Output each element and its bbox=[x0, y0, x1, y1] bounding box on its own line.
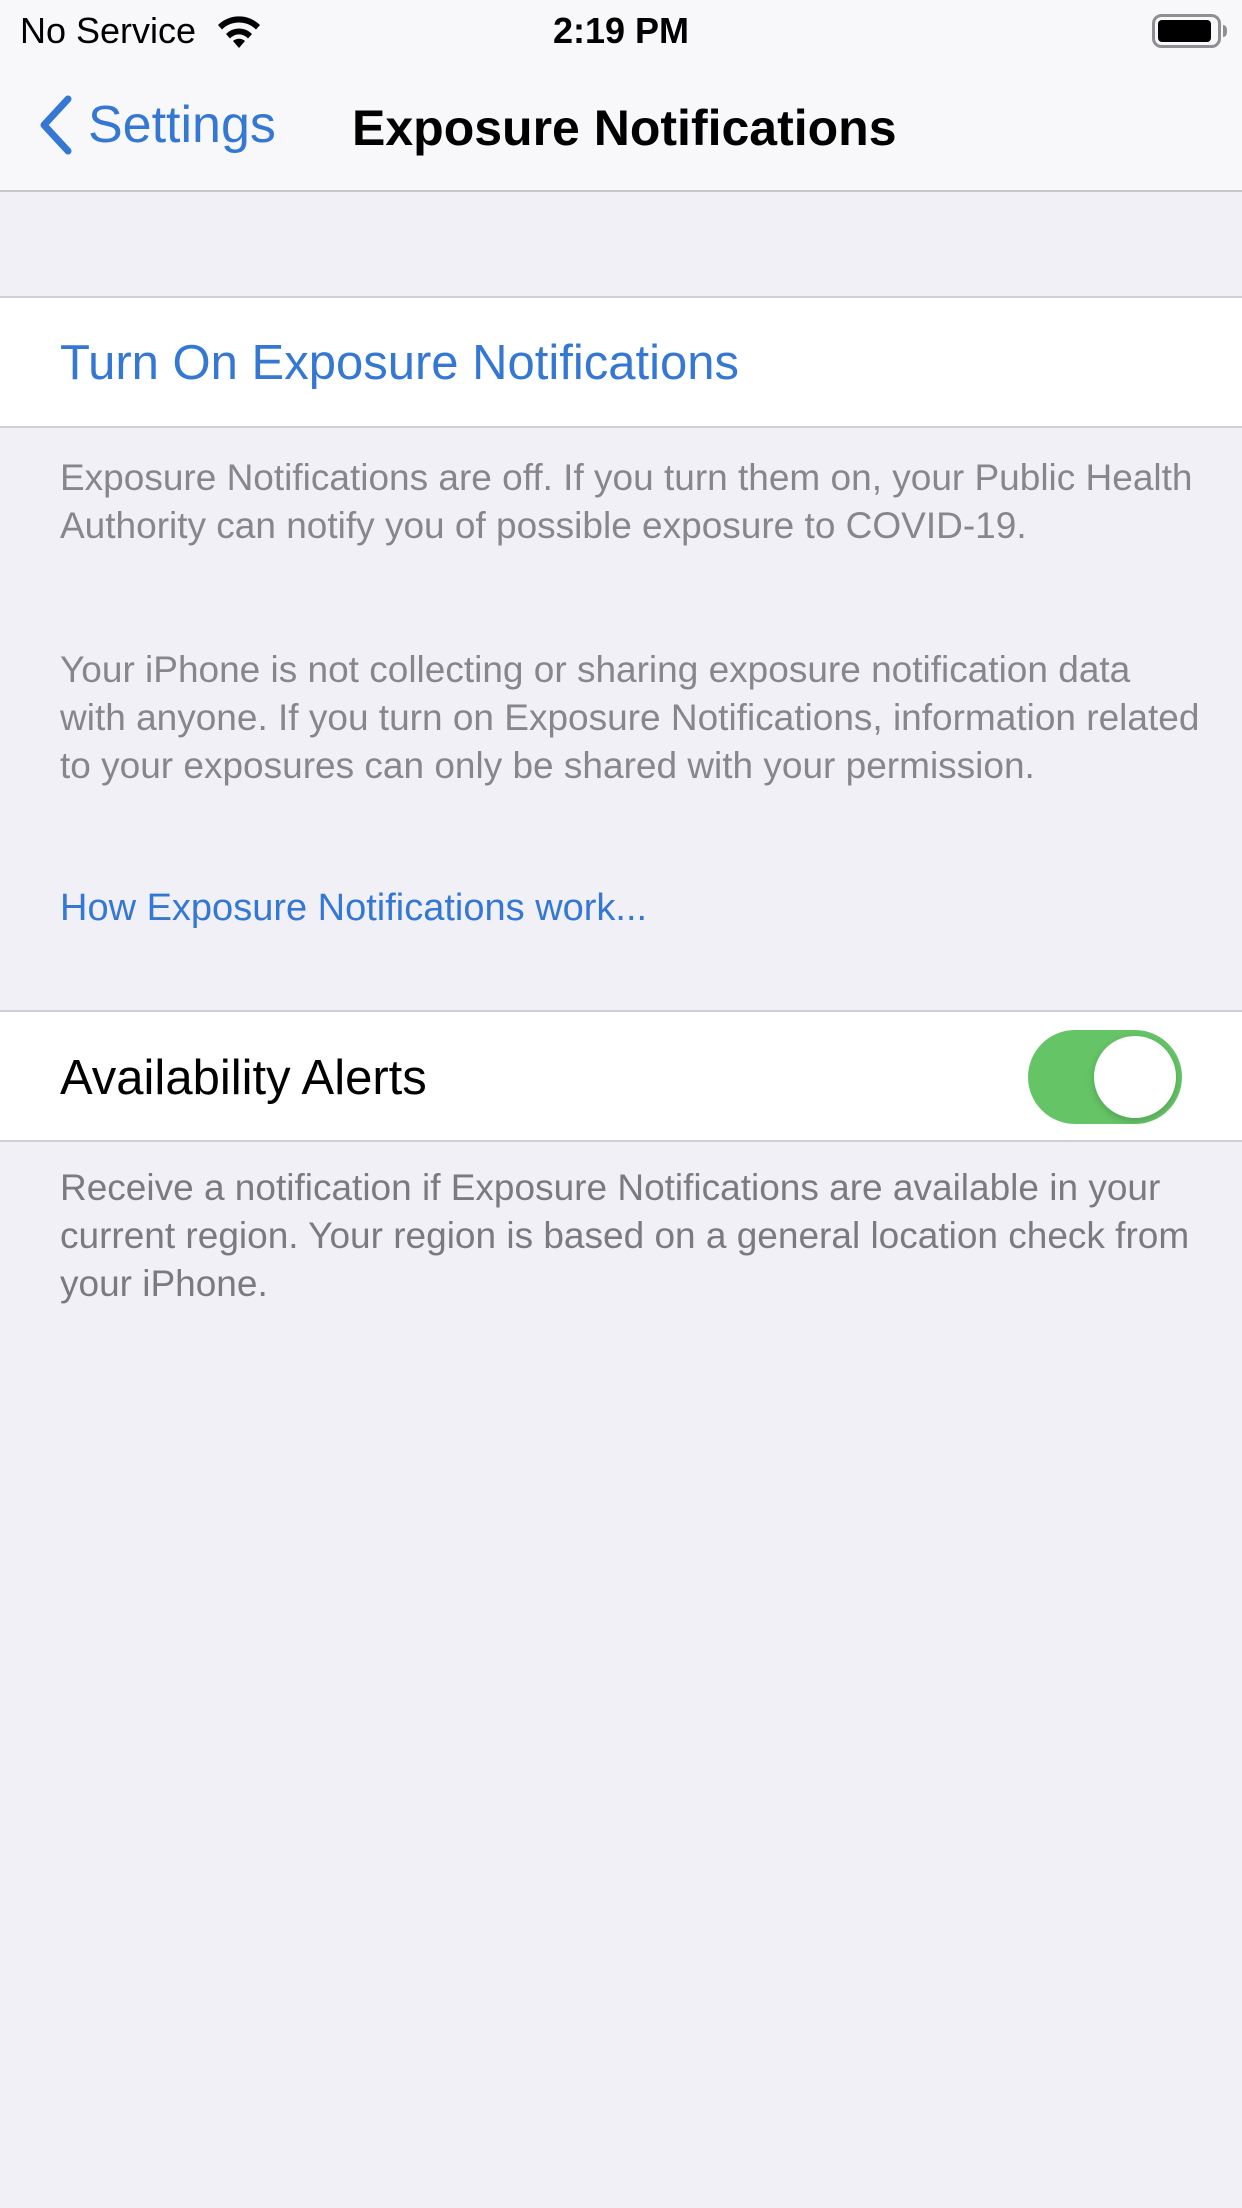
back-button[interactable]: Settings bbox=[36, 92, 276, 158]
page-title: Exposure Notifications bbox=[352, 100, 897, 156]
availability-alerts-row: Availability Alerts bbox=[0, 1010, 1242, 1142]
status-time: 2:19 PM bbox=[552, 10, 690, 51]
navigation-bar: Settings Exposure Notifications bbox=[0, 60, 1242, 192]
turn-on-exposure-notifications-button[interactable]: Turn On Exposure Notifications bbox=[0, 296, 1242, 428]
chevron-left-icon bbox=[40, 95, 72, 155]
toggle-knob bbox=[1094, 1036, 1176, 1118]
battery-icon bbox=[1152, 14, 1227, 48]
how-exposure-notifications-work-link[interactable]: How Exposure Notifications work... bbox=[60, 884, 647, 932]
exposure-off-description: Exposure Notifications are off. If you t… bbox=[60, 457, 1193, 546]
data-sharing-description: Your iPhone is not collecting or sharing… bbox=[60, 649, 1200, 786]
exposure-notifications-screen: No Service 2:19 PM Settings Exposure Not… bbox=[0, 0, 1242, 2208]
availability-alerts-description: Receive a notification if Exposure Notif… bbox=[60, 1167, 1190, 1304]
back-button-label: Settings bbox=[88, 96, 276, 154]
turn-on-label: Turn On Exposure Notifications bbox=[60, 336, 740, 390]
status-bar: No Service 2:19 PM bbox=[0, 0, 1242, 60]
availability-alerts-toggle[interactable] bbox=[1028, 1030, 1182, 1124]
availability-alerts-label: Availability Alerts bbox=[60, 1051, 427, 1105]
